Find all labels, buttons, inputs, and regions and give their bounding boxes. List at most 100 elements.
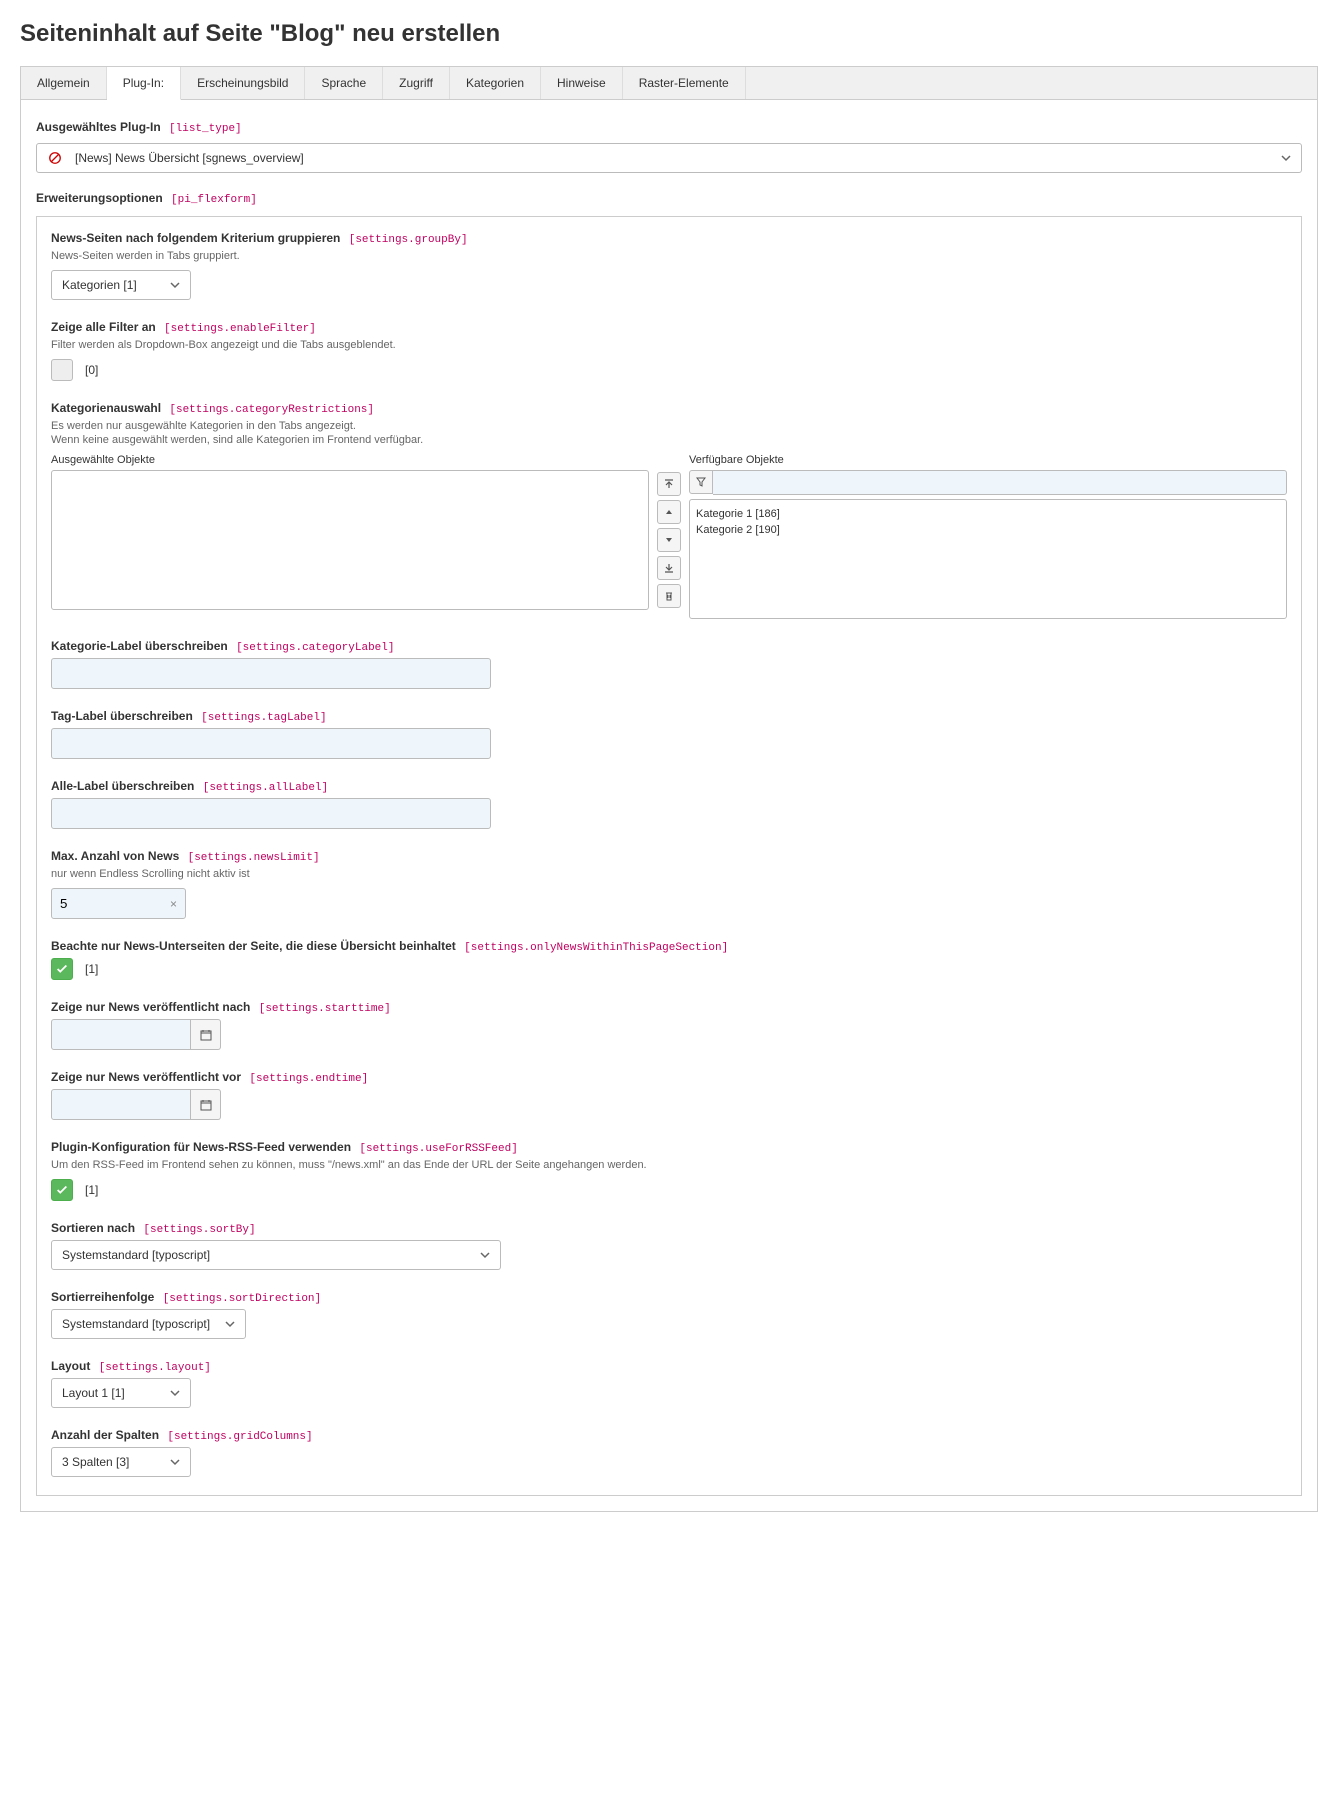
plugin-select-label: Ausgewähltes Plug-In [list_type] (36, 120, 1302, 135)
layout-value: Layout 1 [1] (62, 1386, 155, 1400)
catrestrict-help2: Wenn keine ausgewählt werden, sind alle … (51, 434, 1287, 446)
endtime-label: Zeige nur News veröffentlicht vor (51, 1070, 241, 1084)
calendar-icon (200, 1029, 212, 1041)
available-objects-listbox[interactable]: Kategorie 1 [186] Kategorie 2 [190] (689, 499, 1287, 619)
onlynews-code: [settings.onlyNewsWithinThisPageSection] (464, 942, 728, 954)
categorylabel-input[interactable] (51, 658, 491, 689)
move-down-button[interactable] (657, 528, 681, 552)
starttime-label: Zeige nur News veröffentlicht nach (51, 1000, 250, 1014)
rssfeed-checkbox[interactable] (51, 1179, 73, 1201)
field-categoryrestrictions: Kategorienauswahl [settings.categoryRest… (51, 401, 1287, 619)
gridcolumns-code: [settings.gridColumns] (167, 1431, 312, 1443)
field-categorylabel: Kategorie-Label überschreiben [settings.… (51, 639, 1287, 689)
sortdirection-label: Sortierreihenfolge (51, 1290, 154, 1304)
rssfeed-code: [settings.useForRSSFeed] (359, 1143, 517, 1155)
starttime-calendar-button[interactable] (191, 1019, 221, 1050)
field-taglabel: Tag-Label überschreiben [settings.tagLab… (51, 709, 1287, 759)
alllabel-input[interactable] (51, 798, 491, 829)
ext-options-text: Erweiterungsoptionen (36, 191, 163, 205)
list-item[interactable]: Kategorie 2 [190] (696, 522, 1280, 538)
rssfeed-value: [1] (85, 1183, 98, 1197)
list-item[interactable]: Kategorie 1 [186] (696, 506, 1280, 522)
endtime-calendar-button[interactable] (191, 1089, 221, 1120)
filter-input[interactable] (713, 470, 1287, 495)
rssfeed-label: Plugin-Konfiguration für News-RSS-Feed v… (51, 1140, 351, 1154)
move-bottom-button[interactable] (657, 556, 681, 580)
enablefilter-help: Filter werden als Dropdown-Box angezeigt… (51, 339, 1287, 351)
starttime-code: [settings.starttime] (259, 1003, 391, 1015)
categorylabel-code: [settings.categoryLabel] (236, 642, 394, 654)
field-gridcolumns: Anzahl der Spalten [settings.gridColumns… (51, 1428, 1287, 1477)
taglabel-code: [settings.tagLabel] (201, 712, 326, 724)
selected-objects-listbox[interactable] (51, 470, 649, 610)
groupby-value: Kategorien [1] (62, 278, 155, 292)
calendar-icon (200, 1099, 212, 1111)
selected-objects-label: Ausgewählte Objekte (51, 454, 649, 466)
sortdirection-select[interactable]: Systemstandard [typoscript] (51, 1309, 246, 1339)
available-objects-label: Verfügbare Objekte (689, 454, 1287, 466)
newslimit-code: [settings.newsLimit] (188, 852, 320, 864)
enablefilter-checkbox[interactable] (51, 359, 73, 381)
plugin-select[interactable]: [News] News Übersicht [sgnews_overview] (36, 143, 1302, 173)
catrestrict-label: Kategorienauswahl (51, 401, 161, 415)
onlynews-label: Beachte nur News-Unterseiten der Seite, … (51, 939, 456, 953)
groupby-select[interactable]: Kategorien [1] (51, 270, 191, 300)
enablefilter-code: [settings.enableFilter] (164, 323, 316, 335)
endtime-input[interactable] (51, 1089, 191, 1120)
enablefilter-value: [0] (85, 363, 98, 377)
newslimit-help: nur wenn Endless Scrolling nicht aktiv i… (51, 868, 1287, 880)
sortdirection-value: Systemstandard [typoscript] (62, 1317, 210, 1331)
alllabel-code: [settings.allLabel] (203, 782, 328, 794)
gridcolumns-value: 3 Spalten [3] (62, 1455, 155, 1469)
filter-button[interactable] (689, 470, 713, 494)
chevron-down-icon (480, 1250, 490, 1260)
delete-button[interactable] (657, 584, 681, 608)
field-sortdirection: Sortierreihenfolge [settings.sortDirecti… (51, 1290, 1287, 1339)
clear-icon[interactable]: × (162, 897, 185, 911)
taglabel-input[interactable] (51, 728, 491, 759)
sortdirection-code: [settings.sortDirection] (163, 1293, 321, 1305)
move-up-button[interactable] (657, 500, 681, 524)
field-rssfeed: Plugin-Konfiguration für News-RSS-Feed v… (51, 1140, 1287, 1201)
tab-plugin[interactable]: Plug-In: (107, 67, 181, 100)
field-layout: Layout [settings.layout] Layout 1 [1] (51, 1359, 1287, 1408)
sortby-select[interactable]: Systemstandard [typoscript] (51, 1240, 501, 1270)
tab-allgemein[interactable]: Allgemein (21, 67, 107, 99)
field-enablefilter: Zeige alle Filter an [settings.enableFil… (51, 320, 1287, 381)
field-groupby: News-Seiten nach folgendem Kriterium gru… (51, 231, 1287, 300)
ext-options-label: Erweiterungsoptionen [pi_flexform] (36, 191, 1302, 206)
endtime-code: [settings.endtime] (249, 1073, 368, 1085)
catrestrict-code: [settings.categoryRestrictions] (169, 404, 374, 416)
plugin-select-code: [list_type] (169, 123, 242, 135)
tab-sprache[interactable]: Sprache (305, 67, 383, 99)
onlynews-checkbox[interactable] (51, 958, 73, 980)
newslimit-label: Max. Anzahl von News (51, 849, 179, 863)
tab-erscheinungsbild[interactable]: Erscheinungsbild (181, 67, 305, 99)
taglabel-label: Tag-Label überschreiben (51, 709, 193, 723)
chevron-down-icon (170, 1457, 180, 1467)
groupby-help: News-Seiten werden in Tabs gruppiert. (51, 250, 1287, 262)
gridcolumns-select[interactable]: 3 Spalten [3] (51, 1447, 191, 1477)
chevron-down-icon (225, 1319, 235, 1329)
catrestrict-help1: Es werden nur ausgewählte Kategorien in … (51, 420, 1287, 432)
tab-hinweise[interactable]: Hinweise (541, 67, 623, 99)
options-panel: News-Seiten nach folgendem Kriterium gru… (36, 216, 1302, 1496)
chevron-down-icon (170, 280, 180, 290)
tab-raster[interactable]: Raster-Elemente (623, 67, 746, 99)
chevron-down-icon (1281, 153, 1291, 163)
layout-label: Layout (51, 1359, 90, 1373)
move-top-button[interactable] (657, 472, 681, 496)
starttime-input[interactable] (51, 1019, 191, 1050)
plugin-forbidden-icon (47, 150, 63, 166)
layout-select[interactable]: Layout 1 [1] (51, 1378, 191, 1408)
plugin-select-value: [News] News Übersicht [sgnews_overview] (75, 151, 1281, 165)
field-endtime: Zeige nur News veröffentlicht vor [setti… (51, 1070, 1287, 1120)
categorylabel-label: Kategorie-Label überschreiben (51, 639, 228, 653)
gridcolumns-label: Anzahl der Spalten (51, 1428, 159, 1442)
field-onlynews: Beachte nur News-Unterseiten der Seite, … (51, 939, 1287, 980)
newslimit-input[interactable] (52, 889, 162, 918)
groupby-label: News-Seiten nach folgendem Kriterium gru… (51, 231, 340, 245)
tab-zugriff[interactable]: Zugriff (383, 67, 450, 99)
tab-kategorien[interactable]: Kategorien (450, 67, 541, 99)
rssfeed-help: Um den RSS-Feed im Frontend sehen zu kön… (51, 1159, 1287, 1171)
